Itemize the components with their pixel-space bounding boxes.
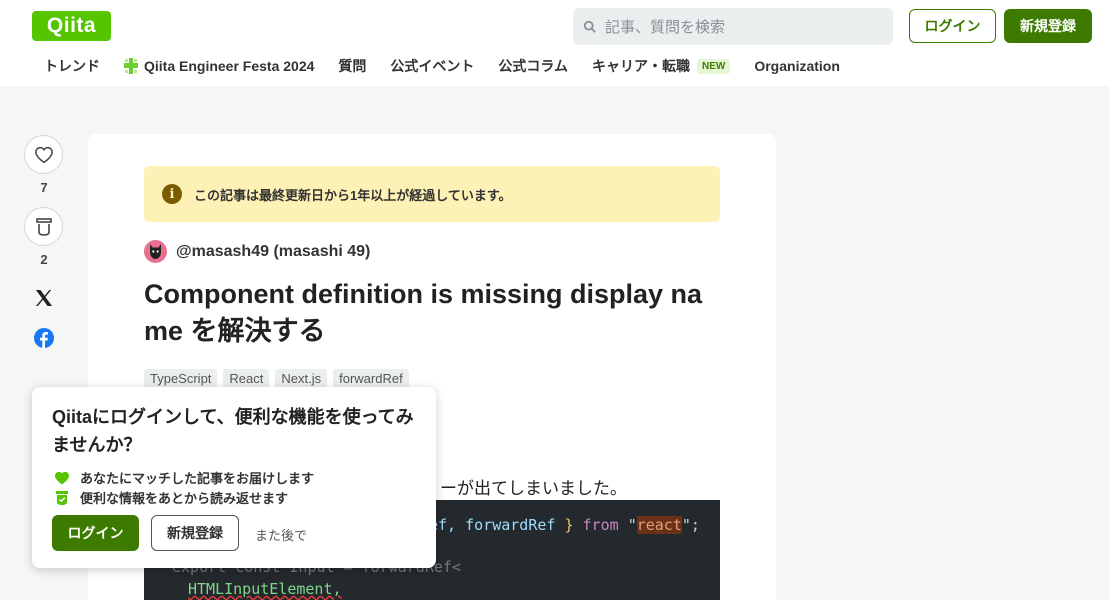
author-name: @masash49 (masashi 49) bbox=[176, 242, 371, 260]
share-facebook-button[interactable] bbox=[24, 323, 64, 353]
stock-button[interactable] bbox=[24, 207, 63, 246]
notice-text: この記事は最終更新日から1年以上が経過しています。 bbox=[194, 187, 512, 203]
tag-nextjs[interactable]: Next.js bbox=[275, 369, 328, 388]
heart-filled-icon bbox=[55, 471, 69, 484]
author[interactable]: @masash49 (masashi 49) bbox=[144, 240, 370, 263]
tag-react[interactable]: React bbox=[223, 369, 270, 388]
heart-icon bbox=[34, 146, 53, 163]
search-icon bbox=[583, 20, 596, 33]
tag-typescript[interactable]: TypeScript bbox=[144, 369, 218, 388]
nav-item-organization[interactable]: Organization bbox=[754, 58, 840, 74]
like-button[interactable] bbox=[24, 135, 63, 174]
share-x-button[interactable] bbox=[24, 283, 64, 313]
search-input[interactable]: 記事、質問を検索 bbox=[573, 8, 893, 45]
nav-item-trend[interactable]: トレンド bbox=[44, 56, 100, 76]
main-nav: トレンド Qiita Engineer Festa 2024 質問 公式イベント… bbox=[44, 56, 864, 76]
search-placeholder: 記事、質問を検索 bbox=[605, 19, 726, 36]
nav-item-official-column[interactable]: 公式コラム bbox=[498, 56, 568, 76]
stock-filled-icon bbox=[56, 490, 68, 505]
code-line-generic: HTMLInputElement, bbox=[188, 580, 342, 598]
nav-item-festa[interactable]: Qiita Engineer Festa 2024 bbox=[124, 58, 314, 74]
signup-button[interactable]: 新規登録 bbox=[1004, 9, 1092, 43]
facebook-icon bbox=[34, 328, 54, 348]
tag-forwardref[interactable]: forwardRef bbox=[333, 369, 409, 388]
x-logo-icon bbox=[36, 290, 52, 306]
dialog-title: Qiitaにログインして、便利な機能を使ってみませんか？ bbox=[52, 407, 414, 455]
festa-icon bbox=[124, 58, 138, 74]
login-prompt-dialog: Qiitaにログインして、便利な機能を使ってみませんか？ あなたにマッチした記事… bbox=[32, 387, 436, 568]
dialog-later-link[interactable]: また後で bbox=[255, 525, 307, 544]
nav-item-career[interactable]: キャリア・転職 NEW bbox=[592, 56, 731, 76]
tag-list: TypeScript React Next.js forwardRef bbox=[144, 369, 415, 388]
cat-avatar-icon bbox=[150, 244, 161, 259]
outdated-notice: i この記事は最終更新日から1年以上が経過しています。 bbox=[144, 166, 720, 222]
avatar bbox=[144, 240, 167, 263]
body-paragraph: ーが出てしまいました。 bbox=[440, 479, 627, 498]
benefit-item: 便利な情報をあとから読み返せます bbox=[54, 488, 288, 507]
article-title: Component definition is missing display … bbox=[144, 279, 703, 346]
nav-item-official-events[interactable]: 公式イベント bbox=[390, 56, 474, 76]
dialog-signup-button[interactable]: 新規登録 bbox=[151, 515, 239, 551]
site-header: Qiita 記事、質問を検索 ログイン 新規登録 トレンド Qiita Engi… bbox=[0, 0, 1109, 86]
info-icon: i bbox=[162, 184, 182, 204]
dialog-login-button[interactable]: ログイン bbox=[52, 515, 139, 551]
stock-icon bbox=[35, 217, 52, 236]
article-side-actions: 7 2 bbox=[24, 135, 64, 353]
code-line-import: ef, forwardRef } from "react"; bbox=[429, 516, 700, 534]
like-count: 7 bbox=[40, 180, 48, 195]
login-button[interactable]: ログイン bbox=[909, 9, 996, 43]
stock-count: 2 bbox=[40, 252, 48, 267]
nav-item-questions[interactable]: 質問 bbox=[338, 56, 366, 76]
qiita-logo[interactable]: Qiita bbox=[32, 11, 111, 41]
benefit-item: あなたにマッチした記事をお届けします bbox=[54, 468, 314, 487]
new-badge: NEW bbox=[697, 58, 731, 74]
